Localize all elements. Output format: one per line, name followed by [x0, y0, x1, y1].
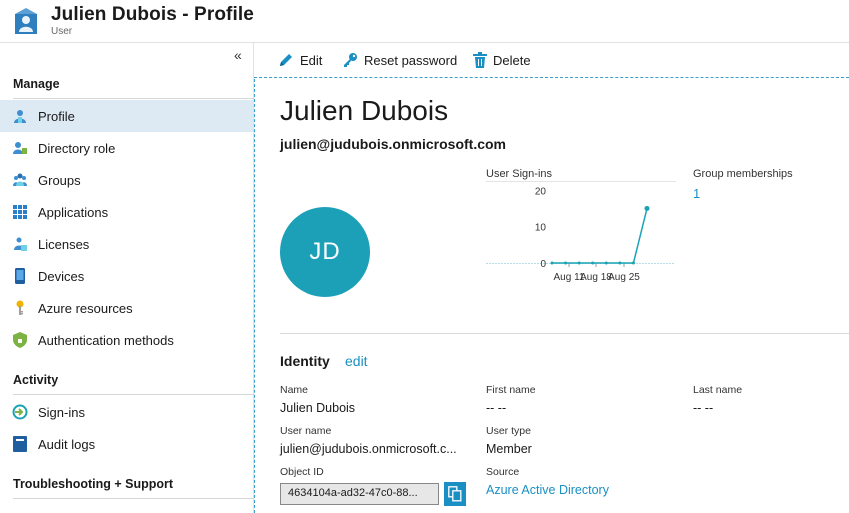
name-label: Name — [280, 384, 309, 396]
name-value: Julien Dubois — [280, 401, 356, 415]
source-label: Source — [486, 466, 520, 478]
divider — [13, 394, 254, 395]
sidebar-item-label: Directory role — [38, 140, 116, 156]
section-manage: Manage — [13, 77, 60, 91]
reset-password-label: Reset password — [364, 52, 458, 68]
y-tick-label: 10 — [535, 223, 547, 234]
y-tick-label: 20 — [535, 186, 547, 197]
signins-chart-label: User Sign-ins — [486, 168, 553, 180]
divider — [13, 498, 254, 499]
first-name-label: First name — [486, 384, 536, 396]
username-value: julien@judubois.onmicrosoft.c... — [280, 442, 457, 456]
copy-icon — [448, 486, 462, 502]
delete-button[interactable]: Delete — [473, 52, 531, 68]
source-value-link[interactable]: Azure Active Directory — [486, 483, 609, 497]
sidebar-item-label: Profile — [38, 108, 75, 124]
command-bar: Edit Reset password Delete — [254, 43, 849, 78]
first-name-value: -- -- — [486, 401, 507, 415]
data-point — [644, 205, 650, 211]
page-title: Julien Dubois - Profile — [51, 4, 254, 25]
x-tick-label: Aug 25 — [608, 272, 640, 283]
delete-label: Delete — [493, 52, 531, 68]
key-icon — [11, 299, 29, 317]
user-profile-icon — [15, 8, 37, 34]
sidebar-item-groups[interactable]: Groups — [0, 164, 253, 196]
user-email: julien@judubois.onmicrosoft.com — [280, 136, 506, 152]
signins-chart: 01020Aug 11Aug 18Aug 25 — [486, 181, 676, 283]
signins-line — [552, 208, 648, 264]
data-point — [618, 261, 622, 265]
sidebar-item-sign-ins[interactable]: Sign-ins — [0, 396, 253, 428]
identity-edit-link[interactable]: edit — [345, 353, 368, 369]
avatar: JD — [280, 207, 370, 297]
sidebar-item-label: Sign-ins — [38, 404, 85, 420]
sidebar-item-label: Devices — [38, 268, 85, 284]
user-display-name: Julien Dubois — [280, 95, 449, 126]
data-point — [604, 261, 608, 265]
groups-icon — [11, 171, 29, 189]
data-point — [631, 261, 635, 265]
sign-ins-icon — [11, 403, 29, 421]
sidebar-item-label: Licenses — [38, 236, 90, 252]
page-subtitle: User — [51, 26, 73, 37]
collapse-sidebar-icon[interactable]: « — [234, 47, 242, 63]
sidebar-item-directory-role[interactable]: Directory role — [0, 132, 253, 164]
data-point — [564, 261, 568, 265]
section-troubleshooting: Troubleshooting + Support — [13, 477, 174, 491]
sidebar-item-devices[interactable]: Devices — [0, 260, 253, 292]
page-header: Julien Dubois - Profile User — [0, 0, 849, 43]
pencil-icon — [280, 54, 292, 66]
user-icon — [11, 107, 29, 125]
avatar-initials: JD — [309, 238, 341, 265]
shield-icon — [11, 331, 29, 349]
profile-content: Julien Dubois julien@judubois.onmicrosof… — [254, 79, 849, 513]
data-point — [591, 261, 595, 265]
trash-icon — [473, 52, 487, 68]
sidebar-item-label: Groups — [38, 172, 81, 188]
sidebar-item-licenses[interactable]: Licenses — [0, 228, 253, 260]
sidebar-item-profile[interactable]: Profile — [0, 100, 253, 132]
objectid-field[interactable]: 4634104a-ad32-47c0-88... — [280, 483, 439, 505]
sidebar-item-label: Authentication methods — [38, 332, 174, 348]
sidebar-item-label: Applications — [38, 204, 109, 220]
divider — [280, 333, 849, 334]
objectid-label: Object ID — [280, 466, 324, 478]
devices-icon — [11, 267, 29, 285]
licenses-icon — [11, 235, 29, 253]
key-icon — [344, 53, 357, 67]
directory-role-icon — [11, 139, 29, 157]
data-point — [577, 261, 581, 265]
section-activity: Activity — [13, 373, 59, 387]
group-memberships-label: Group memberships — [693, 168, 793, 180]
reset-password-button[interactable]: Reset password — [342, 52, 457, 68]
group-memberships-count[interactable]: 1 — [693, 186, 700, 201]
edit-label: Edit — [300, 52, 323, 68]
last-name-label: Last name — [693, 384, 743, 396]
sidebar-item-azure-resources[interactable]: Azure resources — [0, 292, 253, 324]
usertype-value: Member — [486, 442, 532, 456]
last-name-value: -- -- — [693, 401, 714, 415]
identity-title: Identity — [280, 353, 330, 369]
username-label: User name — [280, 425, 332, 437]
y-tick-label: 0 — [540, 259, 546, 270]
usertype-label: User type — [486, 425, 531, 437]
sidebar: « Manage Profile Directory role Groups A… — [0, 43, 254, 513]
sidebar-item-label: Azure resources — [38, 300, 133, 316]
sidebar-item-label: Audit logs — [38, 436, 96, 452]
copy-button[interactable] — [444, 482, 466, 506]
edit-button[interactable]: Edit — [278, 52, 322, 68]
main-panel: Edit Reset password Delete Julien Dubois… — [254, 43, 849, 513]
sidebar-item-applications[interactable]: Applications — [0, 196, 253, 228]
audit-logs-icon — [11, 435, 29, 453]
data-point — [550, 261, 554, 265]
divider — [13, 98, 254, 99]
sidebar-item-audit-logs[interactable]: Audit logs — [0, 428, 253, 460]
applications-grid-icon — [11, 203, 29, 221]
sidebar-item-authentication-methods[interactable]: Authentication methods — [0, 324, 253, 356]
